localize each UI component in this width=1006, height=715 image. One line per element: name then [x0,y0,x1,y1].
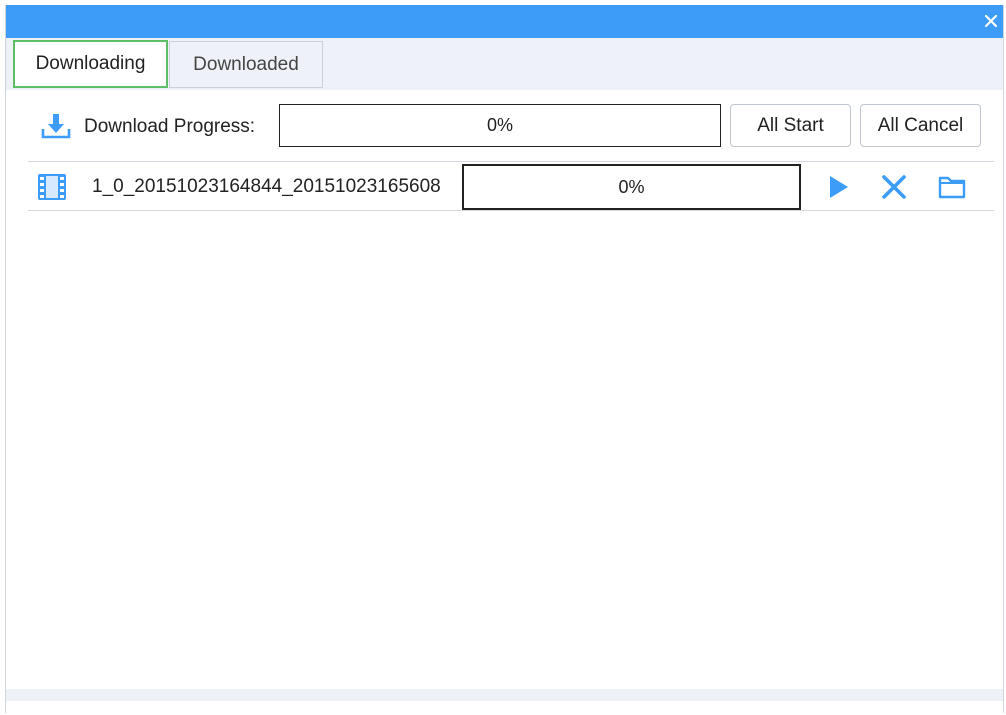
overall-progress-row: Download Progress: 0% All Start All Canc… [40,104,1000,148]
downloading-panel: Download Progress: 0% All Start All Canc… [6,90,1003,701]
title-bar [6,5,1003,38]
download-progress-label: Download Progress: [84,116,256,137]
tab-bar: Downloading Downloaded [6,38,1003,90]
folder-icon[interactable] [938,173,966,201]
tab-downloaded[interactable]: Downloaded [169,41,323,88]
download-manager-window: Downloading Downloaded Download Progress… [5,5,1004,713]
play-icon[interactable] [824,173,852,201]
close-icon[interactable] [983,13,999,29]
file-progress-bar: 0% [462,164,801,210]
all-cancel-button[interactable]: All Cancel [860,104,981,147]
status-strip [6,689,1003,701]
all-start-button[interactable]: All Start [730,104,851,147]
file-progress-value: 0% [618,176,645,197]
divider [28,210,994,211]
download-icon [41,114,71,139]
tab-downloading[interactable]: Downloading [13,40,168,88]
file-row: 1_0_20151023164844_20151023165608 0% [28,163,994,210]
divider [28,161,994,162]
overall-progress-bar: 0% [279,104,721,147]
file-name: 1_0_20151023164844_20151023165608 [92,176,441,197]
video-file-icon [38,174,66,200]
cancel-icon[interactable] [880,173,908,201]
overall-progress-value: 0% [486,115,513,135]
